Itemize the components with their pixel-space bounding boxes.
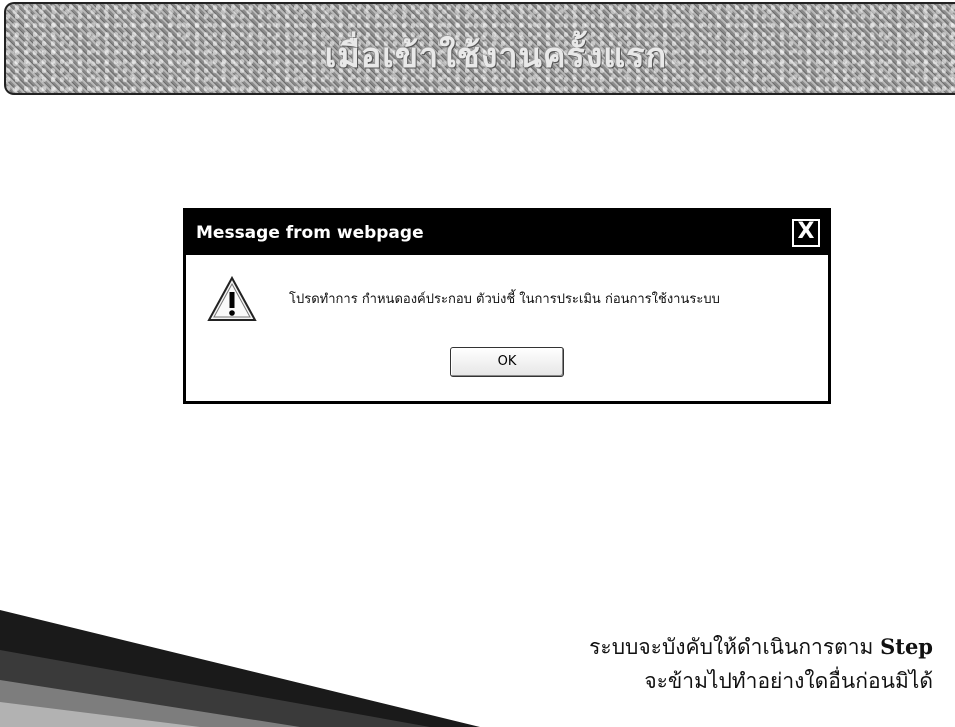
dialog-titlebar: Message from webpage X bbox=[186, 211, 828, 255]
close-button[interactable]: X bbox=[792, 219, 820, 247]
caption-line-1: ระบบจะบังคับให้ดำเนินการตาม Step bbox=[589, 630, 933, 664]
ok-button[interactable]: OK bbox=[450, 347, 564, 377]
banner-title: เมื่อเข้าใช้งานครั้งแรก bbox=[324, 36, 668, 76]
dialog-title: Message from webpage bbox=[196, 223, 424, 243]
alert-dialog: Message from webpage X โปรดทำการ กำหนดอง… bbox=[183, 208, 831, 404]
slide: เมื่อเข้าใช้งานครั้งแรก Message from web… bbox=[0, 0, 955, 727]
caption-step-label: Step bbox=[880, 634, 933, 659]
caption: ระบบจะบังคับให้ดำเนินการตาม Step จะข้ามไ… bbox=[589, 630, 933, 698]
caption-line-1-text: ระบบจะบังคับให้ดำเนินการตาม bbox=[589, 635, 881, 659]
header-banner: เมื่อเข้าใช้งานครั้งแรก bbox=[4, 2, 955, 95]
caption-line-2: จะข้ามไปทำอย่างใดอื่นก่อนมิได้ bbox=[644, 669, 933, 693]
decorative-swoosh bbox=[0, 610, 480, 727]
dialog-message: โปรดทำการ กำหนดองค์ประกอบ ตัวบ่งชี้ ในกา… bbox=[289, 292, 720, 307]
warning-icon bbox=[207, 275, 257, 321]
